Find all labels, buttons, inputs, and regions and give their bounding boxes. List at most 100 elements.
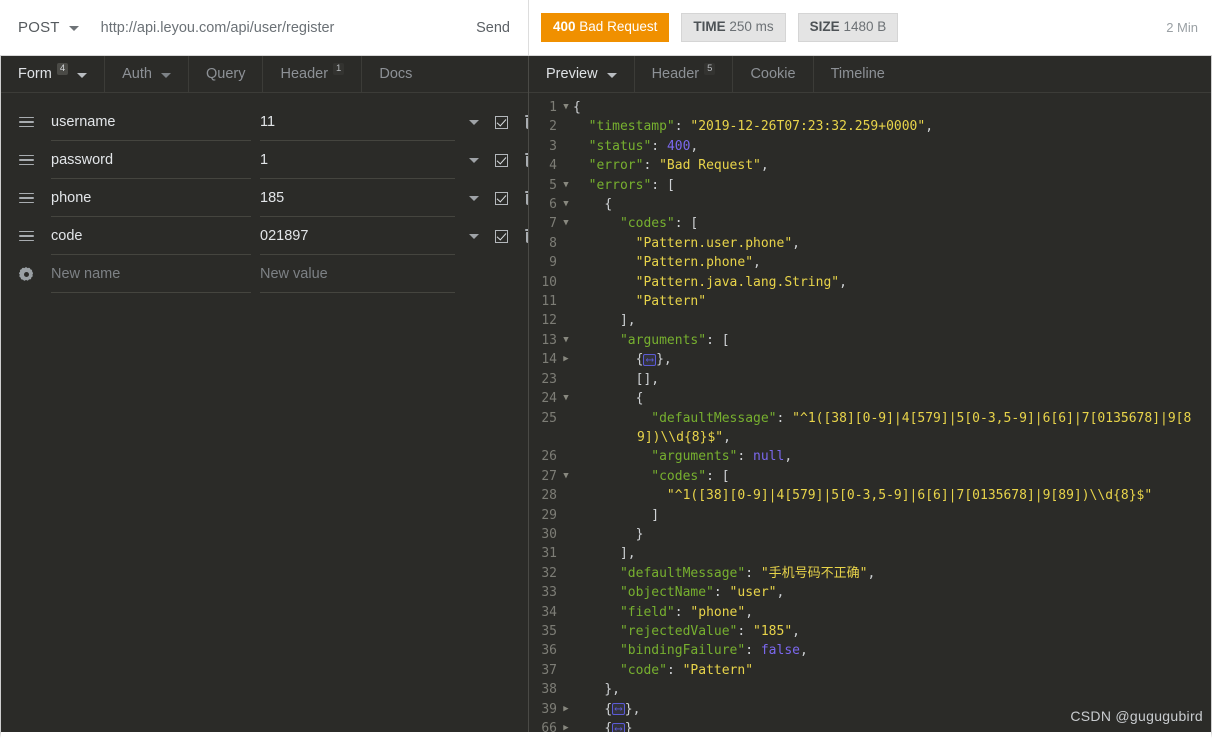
json-line: 39 ▶ {⟷}, (529, 700, 1211, 719)
url-input[interactable]: http://api.leyou.com/api/user/register (101, 20, 476, 36)
json-code: "codes": [ (573, 214, 1211, 233)
fold-expand-icon[interactable]: ▶ (559, 700, 573, 719)
tab-label: Docs (379, 66, 413, 82)
delete-icon[interactable] (524, 191, 528, 205)
time-ago-label: 2 Min (1166, 20, 1198, 35)
param-enabled-checkbox[interactable] (495, 153, 508, 167)
request-tab-docs[interactable]: Docs (362, 56, 429, 92)
fold-collapse-icon[interactable]: ▼ (559, 467, 573, 486)
param-enabled-checkbox[interactable] (495, 115, 508, 129)
json-token: "Bad Request" (659, 158, 761, 174)
request-tab-query[interactable]: Query (189, 56, 264, 92)
json-line: 25 "defaultMessage": "^1([38][0-9]|4[579… (529, 409, 1211, 448)
delete-icon[interactable] (524, 153, 528, 167)
fold-expand-icon[interactable]: ▶ (559, 350, 573, 369)
fold-collapse-icon[interactable]: ▼ (559, 176, 573, 195)
param-name-input[interactable]: phone (51, 179, 251, 217)
json-line: 37 "code": "Pattern" (529, 661, 1211, 680)
param-value-input[interactable]: 021897 (260, 217, 455, 255)
fold-collapse-icon[interactable]: ▼ (559, 214, 573, 233)
json-code: "^1([38][0-9]|4[579]|5[0-3,5-9]|6[6]|7[0… (573, 486, 1211, 505)
json-line: 11 "Pattern" (529, 292, 1211, 311)
folded-content-icon[interactable]: ⟷ (612, 703, 625, 716)
line-number: 11 (541, 294, 557, 310)
param-value-input[interactable]: 11 (260, 103, 455, 141)
chevron-down-icon[interactable] (469, 119, 479, 125)
fold-collapse-icon[interactable]: ▼ (559, 195, 573, 214)
drag-handle-icon[interactable] (19, 230, 39, 242)
response-tab-timeline[interactable]: Timeline (814, 56, 902, 92)
json-token: , (723, 429, 731, 445)
json-line: 36 "bindingFailure": false, (529, 641, 1211, 660)
tab-badge: 4 (56, 63, 69, 76)
send-button[interactable]: Send (476, 20, 516, 36)
folded-content-icon[interactable]: ⟷ (643, 353, 657, 366)
chevron-down-icon[interactable] (77, 72, 88, 78)
json-line: 28 "^1([38][0-9]|4[579]|5[0-3,5-9]|6[6]|… (529, 486, 1211, 505)
line-number: 27 (541, 468, 557, 484)
json-token: , (776, 585, 785, 601)
param-name-input[interactable]: username (51, 103, 251, 141)
json-token: "Pattern.phone" (635, 255, 754, 271)
json-token: "status" (588, 138, 652, 154)
json-token: "error" (588, 158, 644, 174)
response-tab-header[interactable]: Header 5 (635, 56, 734, 92)
fold-collapse-icon[interactable]: ▼ (559, 389, 573, 408)
fold-collapse-icon[interactable]: ▼ (559, 331, 573, 350)
chevron-down-icon[interactable] (469, 157, 479, 163)
line-number: 4 (549, 158, 557, 174)
param-value-input[interactable]: 1 (260, 141, 455, 179)
json-token: : (674, 216, 691, 232)
http-method-label[interactable]: POST (18, 19, 60, 36)
json-token: "defaultMessage" (619, 565, 746, 581)
drag-handle-icon[interactable] (19, 116, 39, 128)
form-params-area: username 11 password 1 phone 185 code 021897 New… (1, 93, 528, 732)
chevron-down-icon[interactable] (68, 26, 79, 31)
form-row: username 11 (1, 103, 528, 141)
delete-icon[interactable] (524, 229, 528, 243)
chevron-down-icon[interactable] (469, 195, 479, 201)
drag-handle-icon[interactable] (19, 154, 39, 166)
json-line: 38 }, (529, 680, 1211, 699)
delete-icon[interactable] (524, 115, 528, 129)
fold-collapse-icon[interactable]: ▼ (559, 98, 573, 117)
line-number: 1 (549, 100, 557, 115)
line-number: 35 (541, 623, 557, 639)
api-client-window: POST http://api.leyou.com/api/user/regis… (0, 0, 1212, 738)
json-token: : (776, 410, 793, 426)
request-tab-form[interactable]: Form 4 (1, 56, 106, 92)
folded-content-icon[interactable]: ⟷ (612, 722, 625, 732)
response-tab-cookie[interactable]: Cookie (733, 56, 814, 92)
json-line: 7 ▼ "codes": [ (529, 214, 1211, 233)
json-token: "phone" (690, 604, 746, 620)
gear-icon[interactable] (19, 267, 39, 281)
json-line: 12 ], (529, 311, 1211, 330)
json-preview-viewer[interactable]: 1 ▼{2 "timestamp": "2019-12-26T07:23:32.2… (529, 93, 1211, 732)
fold-expand-icon[interactable]: ▶ (559, 719, 573, 732)
chevron-down-icon[interactable] (160, 72, 171, 78)
line-number: 13 (541, 332, 557, 348)
param-enabled-checkbox[interactable] (495, 191, 508, 205)
json-token: ], (619, 546, 636, 562)
json-code: {⟷}, (573, 700, 1211, 719)
new-param-name-input[interactable]: New name (51, 255, 251, 293)
request-bar: POST http://api.leyou.com/api/user/regis… (0, 0, 529, 55)
json-token: "^1([38][0-9]|4[579]|5[0-3,5-9]|6[6]|7[0… (666, 488, 1153, 504)
response-tab-preview[interactable]: Preview (529, 56, 635, 92)
line-number: 5 (549, 177, 557, 193)
param-value-input[interactable]: 185 (260, 179, 455, 217)
chevron-down-icon[interactable] (606, 72, 617, 78)
json-token: "codes" (619, 216, 675, 232)
param-enabled-checkbox[interactable] (495, 229, 508, 243)
json-line: 29 ] (529, 506, 1211, 525)
request-tab-auth[interactable]: Auth (105, 56, 189, 92)
new-param-value-input[interactable]: New value (260, 255, 455, 293)
drag-handle-icon[interactable] (19, 192, 39, 204)
json-line: 24 ▼ { (529, 389, 1211, 408)
param-name-input[interactable]: code (51, 217, 251, 255)
request-tab-header[interactable]: Header 1 (263, 56, 363, 92)
param-name-input[interactable]: password (51, 141, 251, 179)
json-token: : (643, 158, 660, 174)
json-token: "2019-12-26T07:23:32.259+0000" (690, 119, 926, 135)
chevron-down-icon[interactable] (469, 233, 479, 239)
